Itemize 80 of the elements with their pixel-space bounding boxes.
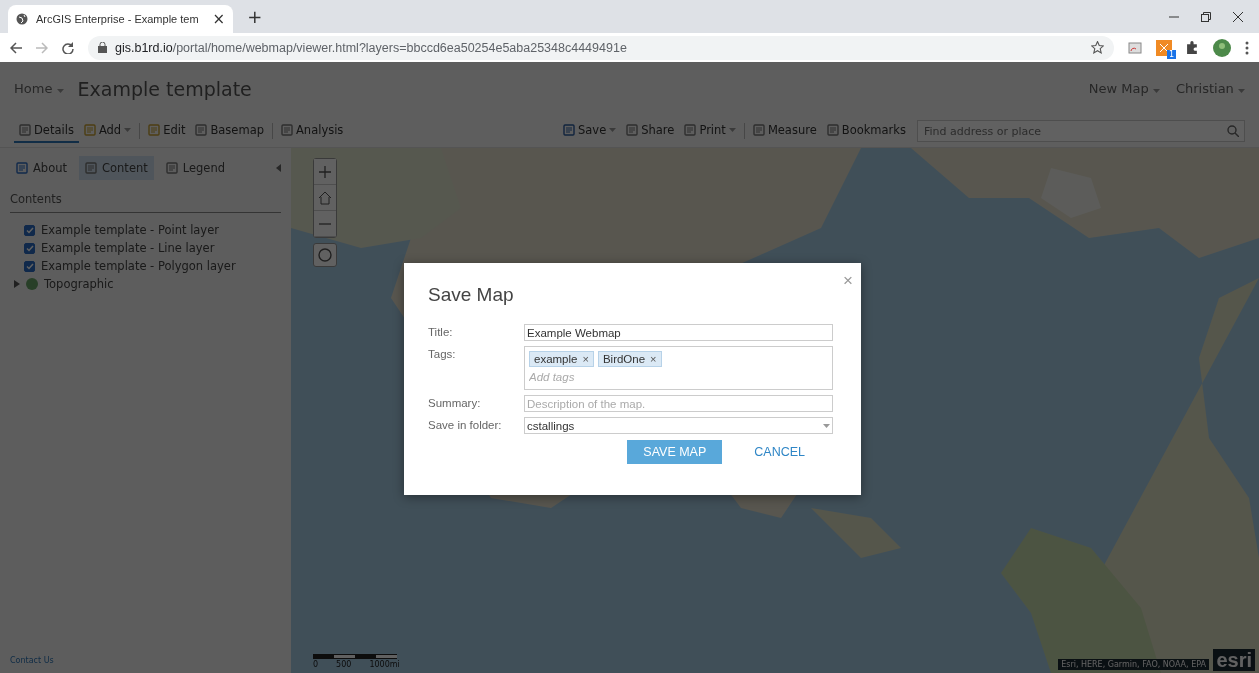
esri-logo: esri [1213,649,1255,671]
layer-label[interactable]: Example template - Line layer [41,241,215,255]
back-icon[interactable] [10,41,22,54]
minus-icon [318,222,332,225]
url-text: gis.b1rd.io/portal/home/webmap/viewer.html?layers=bbccd6ea50254e5aba25348c4449491e [115,40,627,55]
document-icon [19,124,31,136]
toolbar-button[interactable]: Measure [747,119,822,143]
reload-icon[interactable] [62,41,74,54]
remove-tag-button[interactable]: × [582,353,589,365]
expand-icon[interactable] [14,280,20,288]
field-label: Save in folder: [428,418,503,433]
tags-field[interactable]: example × BirdOne × Add tags [524,346,833,390]
puzzle-icon[interactable] [1186,41,1199,54]
close-tab-button[interactable]: × [212,10,226,28]
toolbar-button[interactable]: Print [679,119,741,143]
plus-icon [318,164,332,179]
summary-field[interactable]: Description of the map. [524,395,833,412]
remove-tag-button[interactable]: × [650,353,657,365]
cancel-button[interactable]: CANCEL [738,440,821,464]
address-bar[interactable]: gis.b1rd.io/portal/home/webmap/viewer.html?layers=bbccd6ea50254e5aba25348c4449491e [88,35,1114,60]
tag-label: example [534,353,578,365]
home-icon [318,190,332,205]
sidebar-tab[interactable]: Legend [159,156,231,180]
collapse-icon[interactable] [276,164,281,172]
field-label: Tags: [428,347,457,362]
toolbar-button[interactable]: Details [14,119,79,143]
menu-icon[interactable] [1245,40,1249,55]
scale-label: 500 [336,660,352,669]
checkbox[interactable] [24,224,35,236]
tab-title: ArcGIS Enterprise - Example tem [36,13,199,25]
circle-icon [317,247,333,263]
layer-label[interactable]: Example template - Polygon layer [41,259,236,273]
toolbar-button[interactable]: Bookmarks [821,119,911,143]
toolbar-button[interactable]: Analysis [276,119,349,143]
document-icon [85,162,97,174]
layer-label[interactable]: Topographic [44,277,114,291]
locate-button[interactable] [313,243,337,267]
folder-dropdown[interactable]: cstallings [524,417,833,434]
dialog-title: Save Map [428,284,515,306]
avatar-icon[interactable] [1213,38,1231,57]
sidebar-tab[interactable]: Content [79,156,154,180]
maximize-icon[interactable] [1201,11,1211,22]
map-title: Example template [77,77,252,100]
field-label: Title: [428,325,454,340]
contents-heading: Contents [10,192,281,213]
extension-icon[interactable] [1128,41,1142,54]
globe-icon [16,13,28,25]
scale-label: 1000mi [369,660,400,669]
sidebar-tab[interactable]: About [10,156,73,180]
toolbar-button[interactable]: Share [621,119,680,143]
checkbox[interactable] [24,242,35,254]
caret-icon [823,423,830,428]
title-field[interactable]: Example Webmap [524,324,833,341]
layer-label[interactable]: Example template - Point layer [41,223,219,237]
caret-icon [1152,89,1160,93]
close-icon[interactable] [1233,11,1243,22]
lock-icon [98,42,107,53]
extension-badge: 1 [1166,49,1176,59]
scale-label: 0 [313,660,319,669]
save-button[interactable]: SAVE MAP [627,440,723,464]
toolbar-button[interactable]: Add [78,119,137,143]
contact-link[interactable]: Contact Us [10,656,281,665]
extension-icon[interactable] [1156,39,1172,56]
search-icon[interactable] [1227,125,1239,137]
checkbox[interactable] [24,260,35,272]
toolbar-button[interactable]: Edit [143,119,191,143]
forward-icon[interactable] [36,41,48,54]
toolbar-button[interactable]: Basemap [190,119,269,143]
new-tab-button[interactable]: + [247,6,263,27]
field-label: Summary: [428,396,482,411]
toolbar-button[interactable]: Save [558,119,622,143]
globe-icon [26,278,38,290]
tag-label: BirdOne [602,353,646,365]
caret-icon [56,89,64,93]
map-attribution: Esri, HERE, Garmin, FAO, NOAA, EPA [1058,659,1209,670]
zoom-in-button[interactable] [314,159,336,185]
caret-icon [1238,89,1245,93]
close-button[interactable]: × [843,271,853,291]
browser-tab[interactable]: ArcGIS Enterprise - Example tem × [8,5,234,33]
star-icon[interactable] [1091,41,1104,54]
